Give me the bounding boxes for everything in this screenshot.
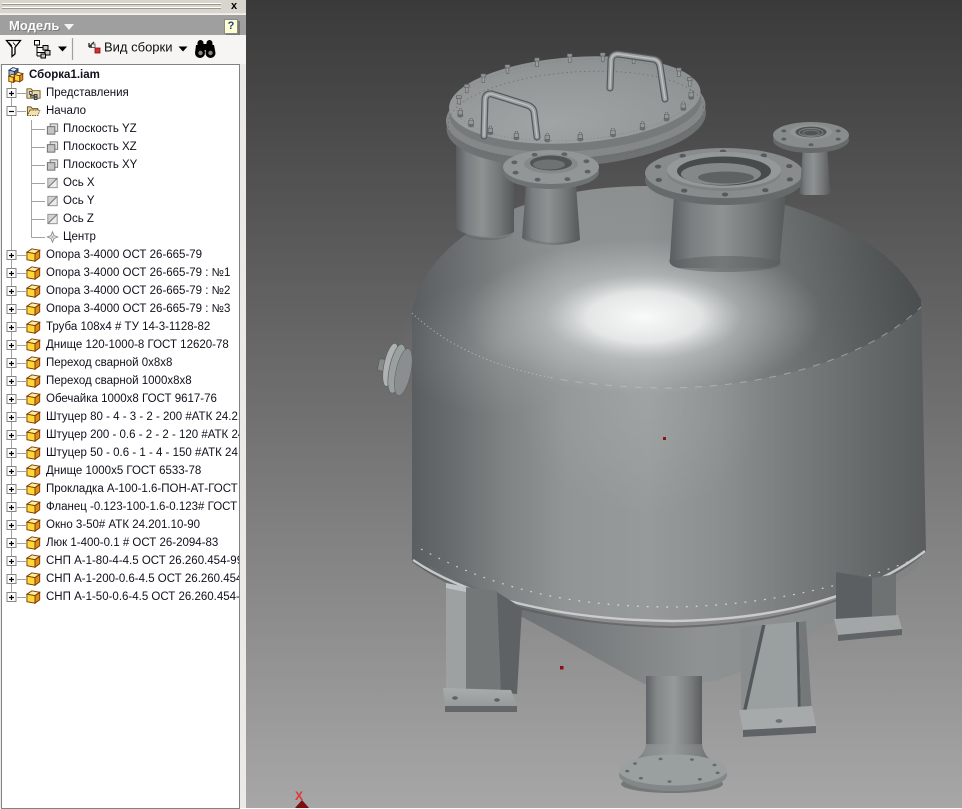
svg-text:Вид сборки: Вид сборки <box>104 40 173 55</box>
